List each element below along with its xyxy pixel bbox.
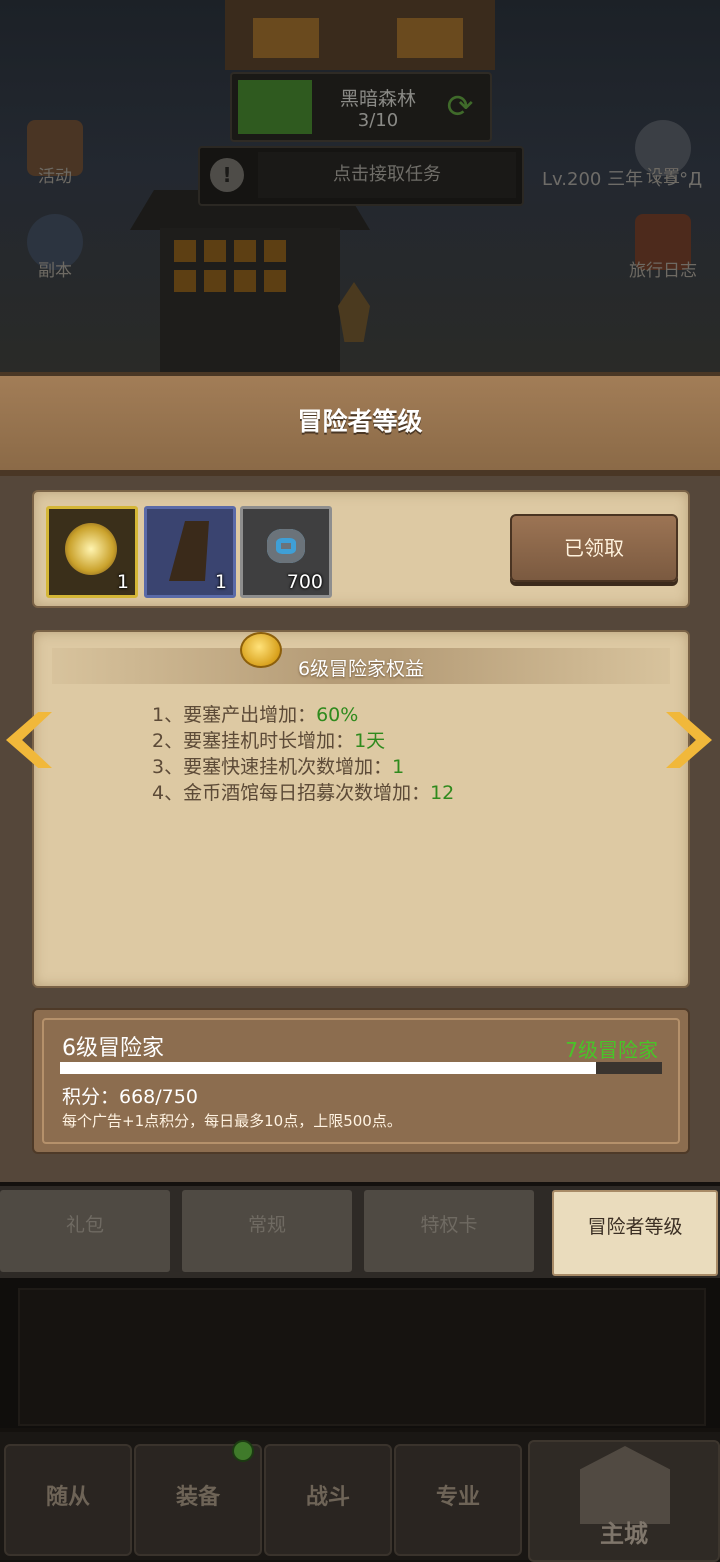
refresh-icon[interactable]: ⟳ — [442, 88, 478, 124]
nav-followers[interactable]: 随从 — [4, 1444, 132, 1556]
reward-count: 1 — [214, 571, 227, 593]
task-box: ! 点击接取任务 — [198, 146, 524, 206]
tab-adventurer-level[interactable]: 冒险者等级 — [552, 1190, 718, 1276]
notification-dot-icon — [232, 1440, 254, 1462]
map-thumbnail — [238, 80, 312, 134]
benefit-list: 1、要塞产出增加：60% 2、要塞挂机时长增加：1天 3、要塞快速挂机次数增加：… — [152, 702, 454, 806]
benefit-panel: 6级冒险家权益 1、要塞产出增加：60% 2、要塞挂机时长增加：1天 3、要塞快… — [32, 630, 690, 988]
house-window — [234, 270, 256, 292]
reward-item[interactable]: 700 — [240, 506, 332, 598]
cloak-icon — [169, 521, 209, 581]
reward-panel: 1 1 700 已领取 — [32, 490, 690, 608]
main-city-label: 主城 — [600, 1520, 648, 1548]
content-area — [0, 1278, 720, 1428]
level-progress-bar — [60, 1062, 662, 1074]
content-area-inner — [18, 1288, 706, 1426]
tower-window — [397, 18, 463, 58]
benefit-title: 6级冒险家权益 — [297, 658, 425, 680]
stone-icon — [267, 529, 305, 563]
modal-header: 冒险者等级 — [0, 372, 720, 476]
coin-icon — [240, 632, 282, 668]
alert-icon: ! — [210, 158, 244, 192]
claimed-button[interactable]: 已领取 — [510, 514, 678, 582]
castle-icon — [580, 1446, 670, 1524]
house-window — [204, 270, 226, 292]
level-progress-panel: 6级冒险家 7级冒险家 积分：668/750 每个广告+1点积分，每日最多10点… — [32, 1008, 690, 1154]
house-window — [264, 240, 286, 262]
map-name: 黑暗森林 — [339, 88, 416, 110]
category-tab-bar: 礼包 常规 特权卡 冒险者等级 — [0, 1186, 720, 1278]
settings-button[interactable]: 设置 — [624, 120, 702, 187]
dungeon-label: 副本 — [38, 261, 72, 281]
house — [160, 228, 340, 378]
house-window — [174, 270, 196, 292]
benefit-row: 1、要塞产出增加：60% — [152, 704, 359, 726]
points-text: 积分：668/750 — [62, 1086, 198, 1108]
adventurer-level-modal: 冒险者等级 1 1 700 已领取 6级冒险家权益 1、要塞产出增加：60% 2… — [0, 372, 720, 1182]
house-window — [264, 270, 286, 292]
points-note: 每个广告+1点积分，每日最多10点，上限500点。 — [62, 1112, 402, 1130]
crown-emblem-icon — [65, 523, 117, 575]
nav-profession[interactable]: 专业 — [394, 1444, 522, 1556]
activity-button[interactable]: 活动 — [16, 120, 94, 187]
current-level: 6级冒险家 — [62, 1036, 164, 1061]
house-window — [204, 240, 226, 262]
modal-title: 冒险者等级 — [297, 407, 423, 436]
benefit-row: 4、金币酒馆每日招募次数增加：12 — [152, 782, 455, 804]
travel-log-label: 旅行日志 — [629, 261, 697, 281]
benefit-row: 3、要塞快速挂机次数增加：1 — [152, 756, 405, 778]
activity-label: 活动 — [38, 167, 72, 187]
reward-count: 1 — [116, 571, 129, 593]
nav-battle[interactable]: 战斗 — [264, 1444, 392, 1556]
tab-regular[interactable]: 常规 — [182, 1190, 352, 1272]
bottom-nav: 随从 装备 战斗 专业 主城 — [0, 1432, 720, 1562]
tower-window — [253, 18, 319, 58]
tab-gift-pack[interactable]: 礼包 — [0, 1190, 170, 1272]
dungeon-button[interactable]: 副本 — [16, 214, 94, 281]
next-level: 7级冒险家 — [565, 1038, 658, 1062]
background-scene: 黑暗森林 3/10 ⟳ ! 点击接取任务 Lv.200 三年（っ°Д 活动 副本… — [0, 0, 720, 380]
map-progress-box[interactable]: 黑暗森林 3/10 ⟳ — [230, 72, 492, 142]
travel-log-button[interactable]: 旅行日志 — [624, 214, 702, 281]
accept-task-button[interactable]: 点击接取任务 — [258, 152, 516, 198]
nav-main-city[interactable]: 主城 — [528, 1440, 720, 1562]
map-progress: 3/10 — [357, 110, 399, 131]
settings-label: 设置 — [646, 167, 680, 187]
house-window — [234, 240, 256, 262]
house-window — [174, 240, 196, 262]
lantern — [338, 282, 370, 342]
level-progress-fill — [60, 1062, 597, 1074]
reward-count: 700 — [286, 571, 323, 593]
tower-top — [225, 0, 495, 70]
benefit-row: 2、要塞挂机时长增加：1天 — [152, 730, 386, 752]
tab-privilege-card[interactable]: 特权卡 — [364, 1190, 534, 1272]
reward-item[interactable]: 1 — [46, 506, 138, 598]
benefit-header: 6级冒险家权益 — [52, 648, 670, 684]
reward-item[interactable]: 1 — [144, 506, 236, 598]
